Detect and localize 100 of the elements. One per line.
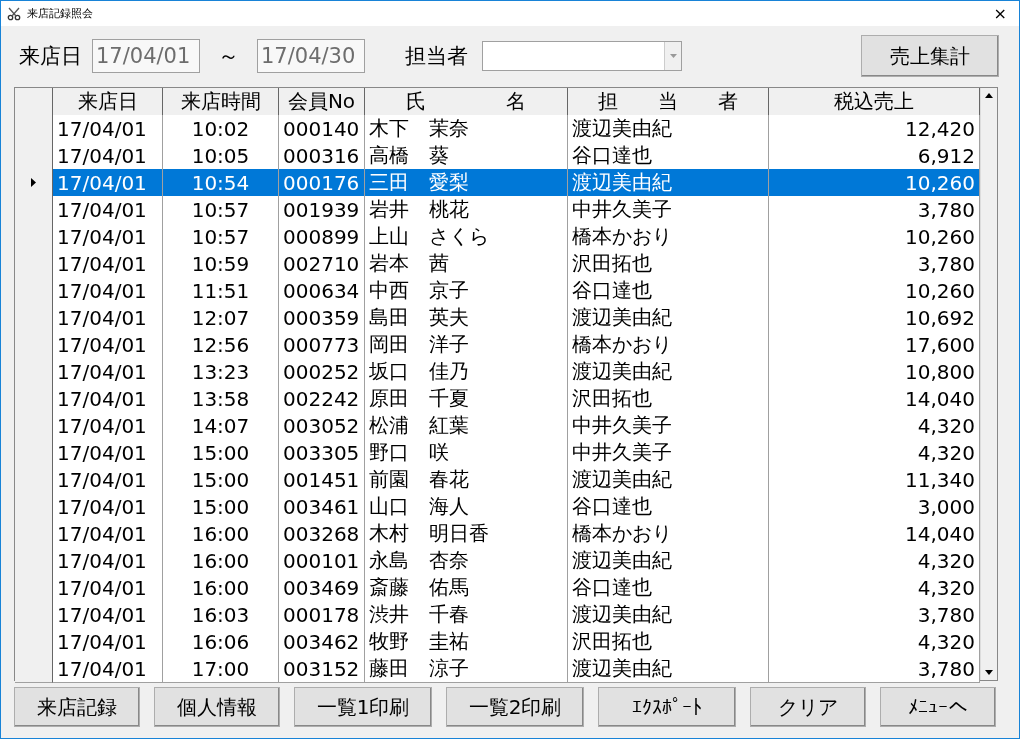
sales-summary-button[interactable]: 売上集計 [861,35,999,77]
table-cell: 10:57 [163,196,279,224]
table-cell: 000359 [279,304,365,332]
column-header[interactable]: 氏 名 [365,88,568,116]
table-cell: 上山 さくら [365,223,568,251]
table-cell: 000899 [279,223,365,251]
table-cell: 4,320 [769,574,980,602]
table-cell: 17/04/01 [53,115,163,143]
table-cell: 谷口達也 [568,574,769,602]
table-cell: 橋本かおり [568,223,769,251]
table-cell: 001451 [279,466,365,494]
column-header[interactable]: 来店日 [53,88,163,116]
table-cell: 000634 [279,277,365,305]
table-cell: 000176 [279,169,365,197]
date-label: 来店日 [19,43,82,70]
action-button[interactable]: 一覧2印刷 [446,687,584,727]
table-cell: 3,000 [769,493,980,521]
table-cell: 17/04/01 [53,277,163,305]
table-cell: 17/04/01 [53,493,163,521]
column-header[interactable]: 来店時間 [163,88,279,116]
table-cell: 002242 [279,385,365,413]
table-cell: 渡辺美由紀 [568,169,769,197]
table-cell: 17,600 [769,331,980,359]
close-button[interactable]: × [987,4,1013,23]
table-cell: 島田 英夫 [365,304,568,332]
table-cell: 003052 [279,412,365,440]
staff-label: 担当者 [405,43,468,70]
table-cell: 17/04/01 [53,466,163,494]
table-cell: 003461 [279,493,365,521]
table-cell: 渡辺美由紀 [568,547,769,575]
action-button[interactable]: ﾒﾆｭｰへ [880,687,996,727]
table-cell: 14,040 [769,520,980,548]
vertical-scrollbar[interactable] [980,88,997,680]
table-cell: 15:00 [163,466,279,494]
table-cell: 17:00 [163,655,279,683]
table-cell: 6,912 [769,142,980,170]
table-cell: 10:54 [163,169,279,197]
column-header[interactable]: 税込売上 [769,88,980,116]
table-cell: 17/04/01 [53,412,163,440]
table-cell: 000773 [279,331,365,359]
staff-dropdown[interactable] [482,41,682,71]
date-to-field[interactable]: 17/04/30 [257,39,365,73]
table-cell: 000140 [279,115,365,143]
table-cell: 原田 千夏 [365,385,568,413]
table-cell: 11,340 [769,466,980,494]
table-cell: 斎藤 佑馬 [365,574,568,602]
table-cell: 13:58 [163,385,279,413]
table-cell: 17/04/01 [53,439,163,467]
table-cell: 沢田拓也 [568,628,769,656]
table-cell: 000101 [279,547,365,575]
action-button[interactable]: 一覧1印刷 [294,687,432,727]
table-cell: 003152 [279,655,365,683]
table-cell: 岩本 茜 [365,250,568,278]
table-cell: 16:00 [163,574,279,602]
table-cell: 渡辺美由紀 [568,655,769,683]
column-header[interactable]: 担 当 者 [568,88,769,116]
table-cell: 藤田 涼子 [365,655,568,683]
dropdown-arrow-icon [669,54,677,58]
action-button[interactable]: クリア [750,687,866,727]
table-cell: 003268 [279,520,365,548]
range-separator: ～ [218,43,239,70]
table-cell: 3,780 [769,196,980,224]
table-cell: 17/04/01 [53,547,163,575]
table-cell: 渡辺美由紀 [568,466,769,494]
table-cell: 003469 [279,574,365,602]
row-indicator[interactable] [15,655,53,683]
table-cell: 003462 [279,628,365,656]
table-cell: 沢田拓也 [568,250,769,278]
table-cell: 16:00 [163,520,279,548]
table-cell: 橋本かおり [568,331,769,359]
date-from-field[interactable]: 17/04/01 [92,39,200,73]
action-button[interactable]: 来店記録 [14,687,140,727]
table-cell: 10,260 [769,277,980,305]
table-cell: 3,780 [769,655,980,683]
table-cell: 牧野 圭祐 [365,628,568,656]
table-cell: 高橋 葵 [365,142,568,170]
table-cell: 15:00 [163,439,279,467]
table-cell: 谷口達也 [568,277,769,305]
table-cell: 山口 海人 [365,493,568,521]
table-cell: 4,320 [769,547,980,575]
table-cell: 17/04/01 [53,655,163,683]
table-cell: 4,320 [769,439,980,467]
table-cell: 木下 茉奈 [365,115,568,143]
table-cell: 17/04/01 [53,223,163,251]
current-row-icon [31,178,36,187]
table-cell: 沢田拓也 [568,385,769,413]
scissors-icon [7,6,21,21]
table-cell: 10,800 [769,358,980,386]
table-cell: 12:07 [163,304,279,332]
action-button[interactable]: 個人情報 [154,687,280,727]
table-cell: 001939 [279,196,365,224]
table-cell: 17/04/01 [53,520,163,548]
table-cell: 17/04/01 [53,196,163,224]
table-cell: 17/04/01 [53,142,163,170]
table-cell: 17/04/01 [53,250,163,278]
action-button[interactable]: ｴｸｽﾎﾟｰﾄ [598,687,736,727]
table-cell: 17/04/01 [53,385,163,413]
table-cell: 17/04/01 [53,601,163,629]
column-header[interactable]: 会員No [279,88,365,116]
table-cell: 三田 愛梨 [365,169,568,197]
